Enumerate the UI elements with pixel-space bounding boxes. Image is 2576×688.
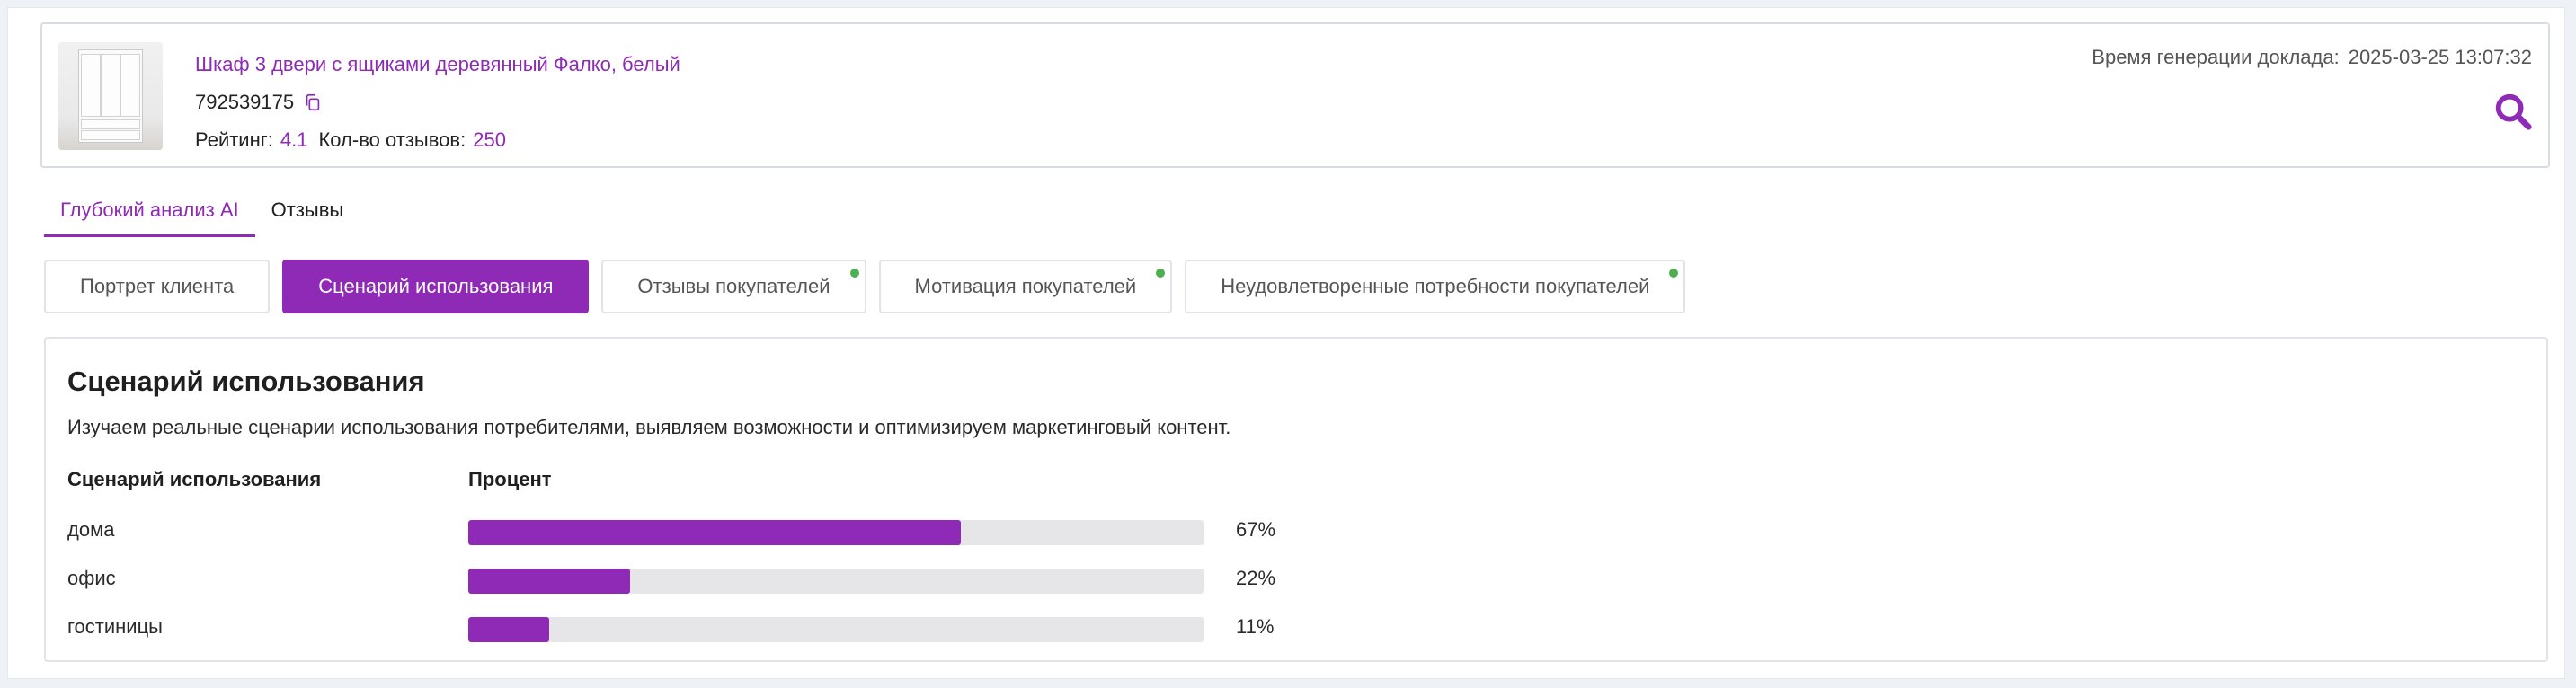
panel-title: Сценарий использования <box>67 366 425 397</box>
rating-value: 4.1 <box>280 128 308 151</box>
percent-bar <box>468 569 1204 594</box>
panel-description: Изучаем реальные сценарии использования … <box>67 416 1231 438</box>
subtab-usage-scenario[interactable]: Сценарий использования <box>282 260 590 313</box>
sku-row: 792539175 <box>195 91 323 114</box>
percent-bar-fill <box>468 569 630 594</box>
tab-reviews[interactable]: Отзывы <box>255 188 360 234</box>
product-card: Шкаф 3 двери с ящиками деревянный Фалко,… <box>40 22 2550 168</box>
column-header-scenario: Сценарий использования <box>67 468 322 490</box>
subtab-customer-motivation[interactable]: Мотивация покупателей <box>878 260 1173 313</box>
generation-time-label: Время генерации доклада: <box>2092 46 2340 68</box>
wardrobe-image <box>78 49 143 143</box>
scenario-label: офис <box>67 567 116 589</box>
tab-deep-analysis[interactable]: Глубокий анализ AI <box>44 188 255 237</box>
analysis-subtabs: Портрет клиента Сценарий использования О… <box>44 260 1686 313</box>
new-indicator-dot <box>1156 269 1166 278</box>
subtab-label: Отзывы покупателей <box>637 275 831 297</box>
percent-value: 22% <box>1236 567 1276 589</box>
percent-bar <box>468 520 1204 545</box>
scenario-row: гостиницы 11% <box>46 604 2546 653</box>
percent-bar-fill <box>468 617 549 642</box>
rating-row: Рейтинг: 4.1 Кол-во отзывов: 250 <box>195 128 517 152</box>
rating-label: Рейтинг: <box>195 128 273 151</box>
usage-scenario-panel: Сценарий использования Изучаем реальные … <box>44 337 2548 662</box>
percent-bar <box>468 617 1204 642</box>
subtab-label: Портрет клиента <box>80 275 235 297</box>
report-generation-time: Время генерации доклада: 2025-03-25 13:07… <box>2092 46 2532 69</box>
product-thumbnail <box>58 42 163 150</box>
percent-bar-fill <box>468 520 962 545</box>
main-tabs: Глубокий анализ AI Отзывы <box>44 188 360 237</box>
subtab-customer-portrait[interactable]: Портрет клиента <box>44 260 271 313</box>
scenario-label: гостиницы <box>67 615 163 638</box>
copy-icon[interactable] <box>303 93 323 112</box>
scenario-label: дома <box>67 518 115 541</box>
subtab-label: Мотивация покупателей <box>914 275 1137 297</box>
percent-value: 11% <box>1236 615 1275 638</box>
reviews-count-label: Кол-во отзывов: <box>318 128 466 151</box>
report-page: Шкаф 3 двери с ящиками деревянный Фалко,… <box>7 7 2565 679</box>
new-indicator-dot <box>849 269 859 278</box>
percent-value: 67% <box>1236 518 1276 541</box>
column-header-percent: Процент <box>468 468 552 490</box>
subtab-label: Неудовлетворенные потребности покупателе… <box>1221 275 1650 297</box>
product-title[interactable]: Шкаф 3 двери с ящиками деревянный Фалко,… <box>195 53 680 76</box>
subtab-unmet-needs[interactable]: Неудовлетворенные потребности покупателе… <box>1185 260 1686 313</box>
generation-time-value: 2025-03-25 13:07:32 <box>2348 46 2532 68</box>
sku-value: 792539175 <box>195 91 295 113</box>
subtab-label: Сценарий использования <box>318 275 554 297</box>
reviews-count-value: 250 <box>473 128 506 151</box>
search-icon[interactable] <box>2492 91 2534 132</box>
new-indicator-dot <box>1669 269 1679 278</box>
scenario-row: дома 67% <box>46 507 2546 556</box>
subtab-customer-reviews[interactable]: Отзывы покупателей <box>601 260 866 313</box>
scenario-row: офис 22% <box>46 556 2546 604</box>
